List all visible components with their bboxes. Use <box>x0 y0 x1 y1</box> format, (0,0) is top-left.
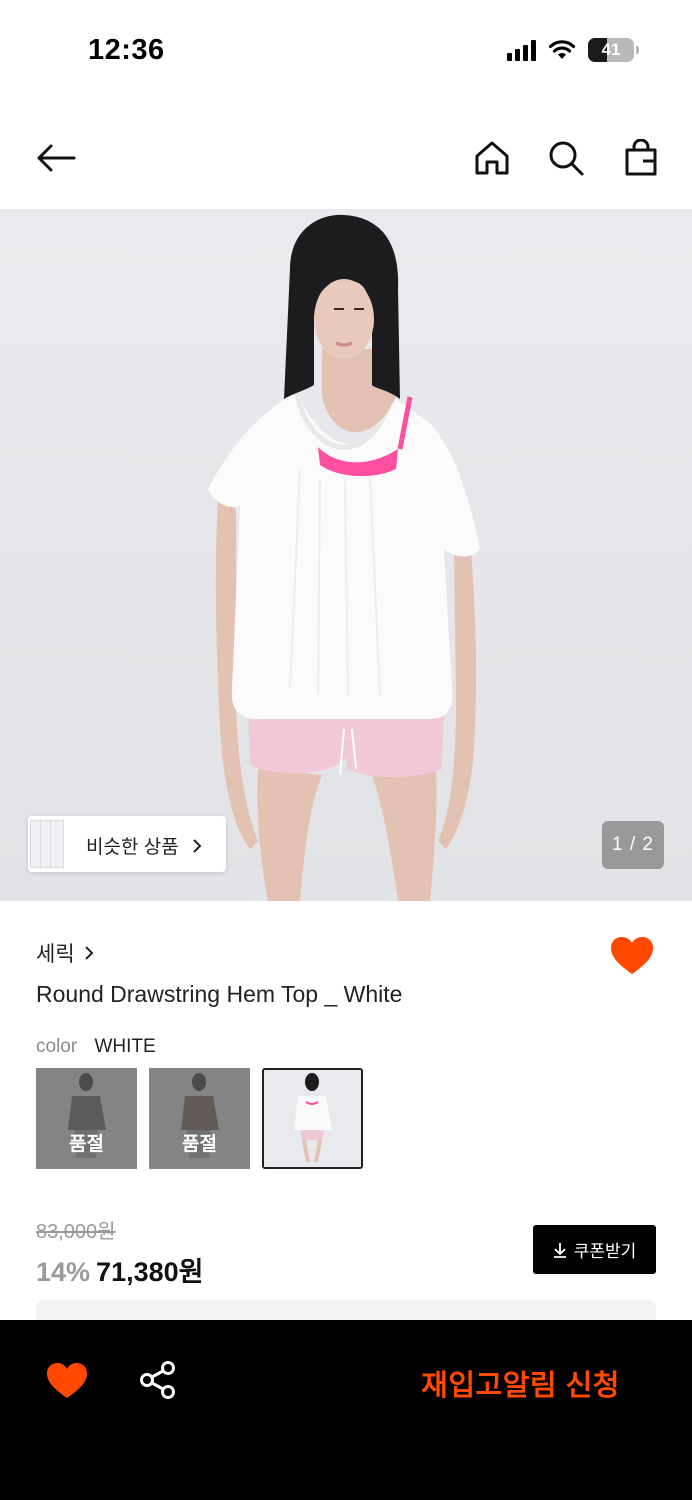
price-row: 14% 71,380원 <box>36 1250 203 1289</box>
heart-icon[interactable] <box>46 1362 88 1400</box>
home-icon <box>475 141 509 175</box>
battery-level-text: 41 <box>601 40 621 59</box>
signal-icon <box>507 39 536 61</box>
brand-name: 세릭 <box>36 943 75 966</box>
battery-icon: 41 <box>588 38 639 62</box>
search-button[interactable] <box>542 134 590 182</box>
shopping-bag-icon <box>625 139 657 176</box>
soldout-label: 품절 <box>69 1134 104 1155</box>
chevron-right-icon <box>84 946 94 960</box>
home-button[interactable] <box>468 134 516 182</box>
product-photo <box>0 209 692 901</box>
color-option-row: color WHITE <box>36 1036 156 1058</box>
back-arrow-icon <box>37 144 76 172</box>
back-button[interactable] <box>32 134 80 182</box>
cart-button[interactable] <box>617 134 665 182</box>
color-value: WHITE <box>94 1036 156 1057</box>
brand-link[interactable]: 세릭 <box>36 938 95 968</box>
status-icons: 41 <box>507 38 639 62</box>
color-label: color <box>36 1036 78 1057</box>
discount-rate: 14% <box>36 1257 91 1287</box>
coupon-label: 쿠폰받기 <box>573 1242 637 1261</box>
color-swatches: 품절 품절 <box>36 1068 363 1169</box>
chevron-right-icon <box>193 839 202 853</box>
color-swatch[interactable]: 품절 <box>36 1068 137 1169</box>
product-image-gallery[interactable]: 비슷한 상품 1 / 2 <box>0 209 692 901</box>
wishlist-heart-icon[interactable] <box>610 936 654 976</box>
color-swatch[interactable]: 품절 <box>149 1068 250 1169</box>
status-bar: 12:36 41 <box>0 0 692 100</box>
soldout-label: 품절 <box>182 1134 217 1155</box>
color-swatch-selected[interactable] <box>262 1068 363 1169</box>
image-page-indicator: 1 / 2 <box>602 821 664 869</box>
original-price: 83,000원 <box>36 1221 116 1243</box>
product-name: Round Drawstring Hem Top _ White <box>36 981 403 1007</box>
search-icon <box>549 141 584 176</box>
coupon-download-button[interactable]: 쿠폰받기 <box>533 1225 656 1274</box>
similar-products-button[interactable]: 비슷한 상품 <box>28 816 226 872</box>
status-time: 12:36 <box>88 34 165 66</box>
wifi-icon <box>548 40 576 59</box>
download-icon <box>553 1242 566 1258</box>
swatch-thumbnail <box>264 1070 361 1167</box>
similar-products-thumbnails <box>30 820 64 868</box>
restock-alert-button[interactable]: 재입고알림 신청 <box>421 1362 620 1404</box>
similar-products-label: 비슷한 상품 <box>86 832 204 859</box>
bottom-action-bar: 재입고알림 신청 <box>0 1320 692 1500</box>
top-navigation <box>0 120 692 196</box>
sale-price: 71,380원 <box>96 1257 204 1287</box>
share-icon[interactable] <box>138 1360 178 1400</box>
